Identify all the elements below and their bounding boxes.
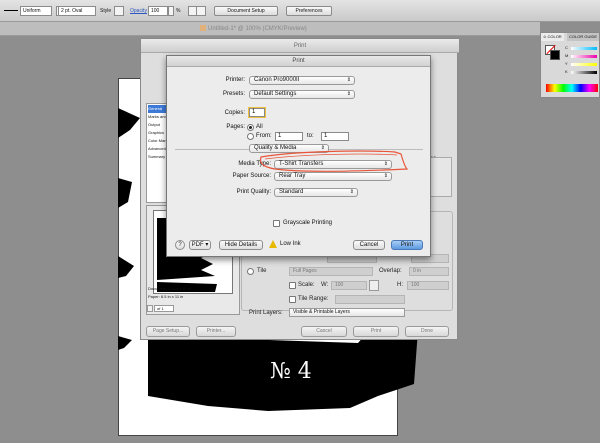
artwork-left-shape-2 (118, 178, 132, 208)
grayscale-label: Grayscale Printing (283, 220, 333, 226)
color-guide-tab[interactable]: COLOR GUIDE (567, 33, 600, 41)
tile-label: Tile (257, 268, 267, 274)
pages-from-label: From: (256, 133, 272, 139)
warning-icon (269, 240, 277, 248)
hide-details-button[interactable]: Hide Details (219, 240, 263, 250)
channel-c-label: C (565, 45, 568, 50)
constrain-proportions-icon[interactable] (369, 280, 379, 291)
pages-all-radio[interactable] (247, 124, 254, 131)
print-quality-select[interactable]: Standard ⇕ (274, 188, 358, 197)
tile-select[interactable]: Full Pages (289, 267, 373, 276)
pages-all-label: All (256, 124, 263, 130)
copies-input[interactable]: 1 (249, 108, 265, 117)
color-tab[interactable]: ≎ COLOR (541, 33, 564, 41)
transform-icon[interactable] (196, 6, 206, 16)
pages-to-label: to: (307, 133, 314, 139)
print-quality-select-value: Standard (279, 189, 304, 195)
printer-button[interactable]: Printer... (196, 326, 236, 337)
document-title-text: Untitled-1* @ 100% (CMYK/Preview) (208, 26, 307, 32)
control-bar: Uniform 2 pt. Oval Style Opacity 100 % D… (0, 0, 600, 22)
stroke-profile-select[interactable]: Uniform (20, 6, 52, 16)
paper-size-text: Paper: 8.5 in x 11 in (148, 294, 184, 299)
presets-select-value: Default Settings (254, 91, 297, 97)
copies-label: Copies: (224, 110, 245, 116)
artwork-left-shape-3 (118, 256, 134, 278)
opacity-stepper[interactable] (168, 6, 174, 16)
artwork-left-shape-1 (118, 108, 140, 138)
print-button[interactable]: Print (391, 240, 423, 250)
presets-select[interactable]: Default Settings ⇕ (249, 90, 355, 99)
tile-range-label: Tile Range: (298, 296, 329, 302)
preferences-button[interactable]: Preferences (286, 6, 332, 16)
m-slider[interactable] (571, 55, 597, 58)
chevron-updown-icon: ⇕ (346, 77, 351, 83)
cancel-button[interactable]: Cancel (353, 240, 385, 250)
presets-label: Presets: (222, 91, 245, 97)
brush-definition-select[interactable]: 2 pt. Oval (58, 6, 96, 16)
page-setup-button[interactable]: Page Setup... (146, 326, 190, 337)
h-label: H: (397, 282, 403, 288)
print-quality-label: Print Quality: (236, 189, 271, 195)
pages-from-radio[interactable] (247, 133, 254, 140)
artwork-left-shape-4 (118, 336, 132, 350)
document-icon (200, 25, 206, 32)
pages-from-input[interactable]: 1 (275, 132, 303, 141)
document-setup-button[interactable]: Document Setup (214, 6, 278, 16)
chevron-updown-icon: ⇕ (346, 91, 351, 97)
document-size-text: Document: 8.5 in x 11 in (148, 286, 191, 291)
k-slider[interactable] (571, 71, 597, 74)
media-type-highlight-annotation (259, 150, 409, 172)
tile-range-checkbox[interactable] (289, 296, 296, 303)
style-label: Style (100, 8, 112, 14)
c-slider[interactable] (571, 47, 597, 50)
page-nav-first-button[interactable] (147, 305, 153, 312)
print-layers-select[interactable]: Visible & Printable Layers (289, 308, 405, 317)
w-input[interactable]: 100 (331, 281, 367, 290)
scale-checkbox[interactable] (289, 282, 296, 289)
pages-to-input[interactable]: 1 (321, 132, 349, 141)
channel-y-label: Y (565, 61, 568, 66)
right-fragment-box (430, 157, 452, 197)
channel-k-label: K (565, 69, 568, 74)
low-ink-label: Low Ink (280, 241, 301, 247)
percent-label: % (176, 8, 181, 14)
stroke-swatch-icon[interactable] (550, 50, 560, 60)
chevron-updown-icon: ⇕ (349, 189, 354, 195)
color-spectrum-bar[interactable] (546, 84, 598, 92)
print-dialog-back-title: Print (141, 39, 459, 53)
printer-select[interactable]: Canon Pro9000II ⇕ (249, 76, 355, 85)
h-input[interactable]: 100 (407, 281, 449, 290)
printer-label: Printer: (225, 77, 245, 83)
done-button[interactable]: Done (405, 326, 449, 337)
back-print-button[interactable]: Print (353, 326, 399, 337)
pages-label: Pages: (226, 124, 245, 130)
overlap-input[interactable]: 0 in (409, 267, 449, 276)
document-title[interactable]: Untitled-1* @ 100% (CMYK/Preview) (200, 23, 307, 35)
print-sheet-title: Print (167, 56, 430, 67)
tile-range-input[interactable] (335, 295, 405, 304)
channel-m-label: M (565, 53, 569, 58)
printer-select-value: Canon Pro9000II (254, 77, 300, 83)
pdf-menu-button[interactable]: PDF ▾ (189, 240, 211, 250)
opacity-input[interactable]: 100 (148, 6, 168, 16)
w-label: W: (321, 282, 329, 288)
tile-radio[interactable] (247, 268, 254, 275)
opacity-label[interactable]: Opacity (130, 6, 147, 16)
stroke-line-icon (4, 10, 18, 11)
page-nav-field[interactable]: of 1 (154, 305, 174, 312)
y-slider[interactable] (571, 63, 597, 66)
overlap-label: Overlap: (379, 268, 402, 274)
print-layers-label: Print Layers: (249, 310, 283, 316)
grayscale-checkbox[interactable] (273, 220, 280, 227)
help-button[interactable]: ? (175, 240, 185, 250)
back-cancel-button[interactable]: Cancel (301, 326, 347, 337)
scale-label: Scale: (298, 282, 315, 288)
style-swatch[interactable] (114, 6, 124, 16)
number-mark: № 4 (270, 359, 312, 384)
